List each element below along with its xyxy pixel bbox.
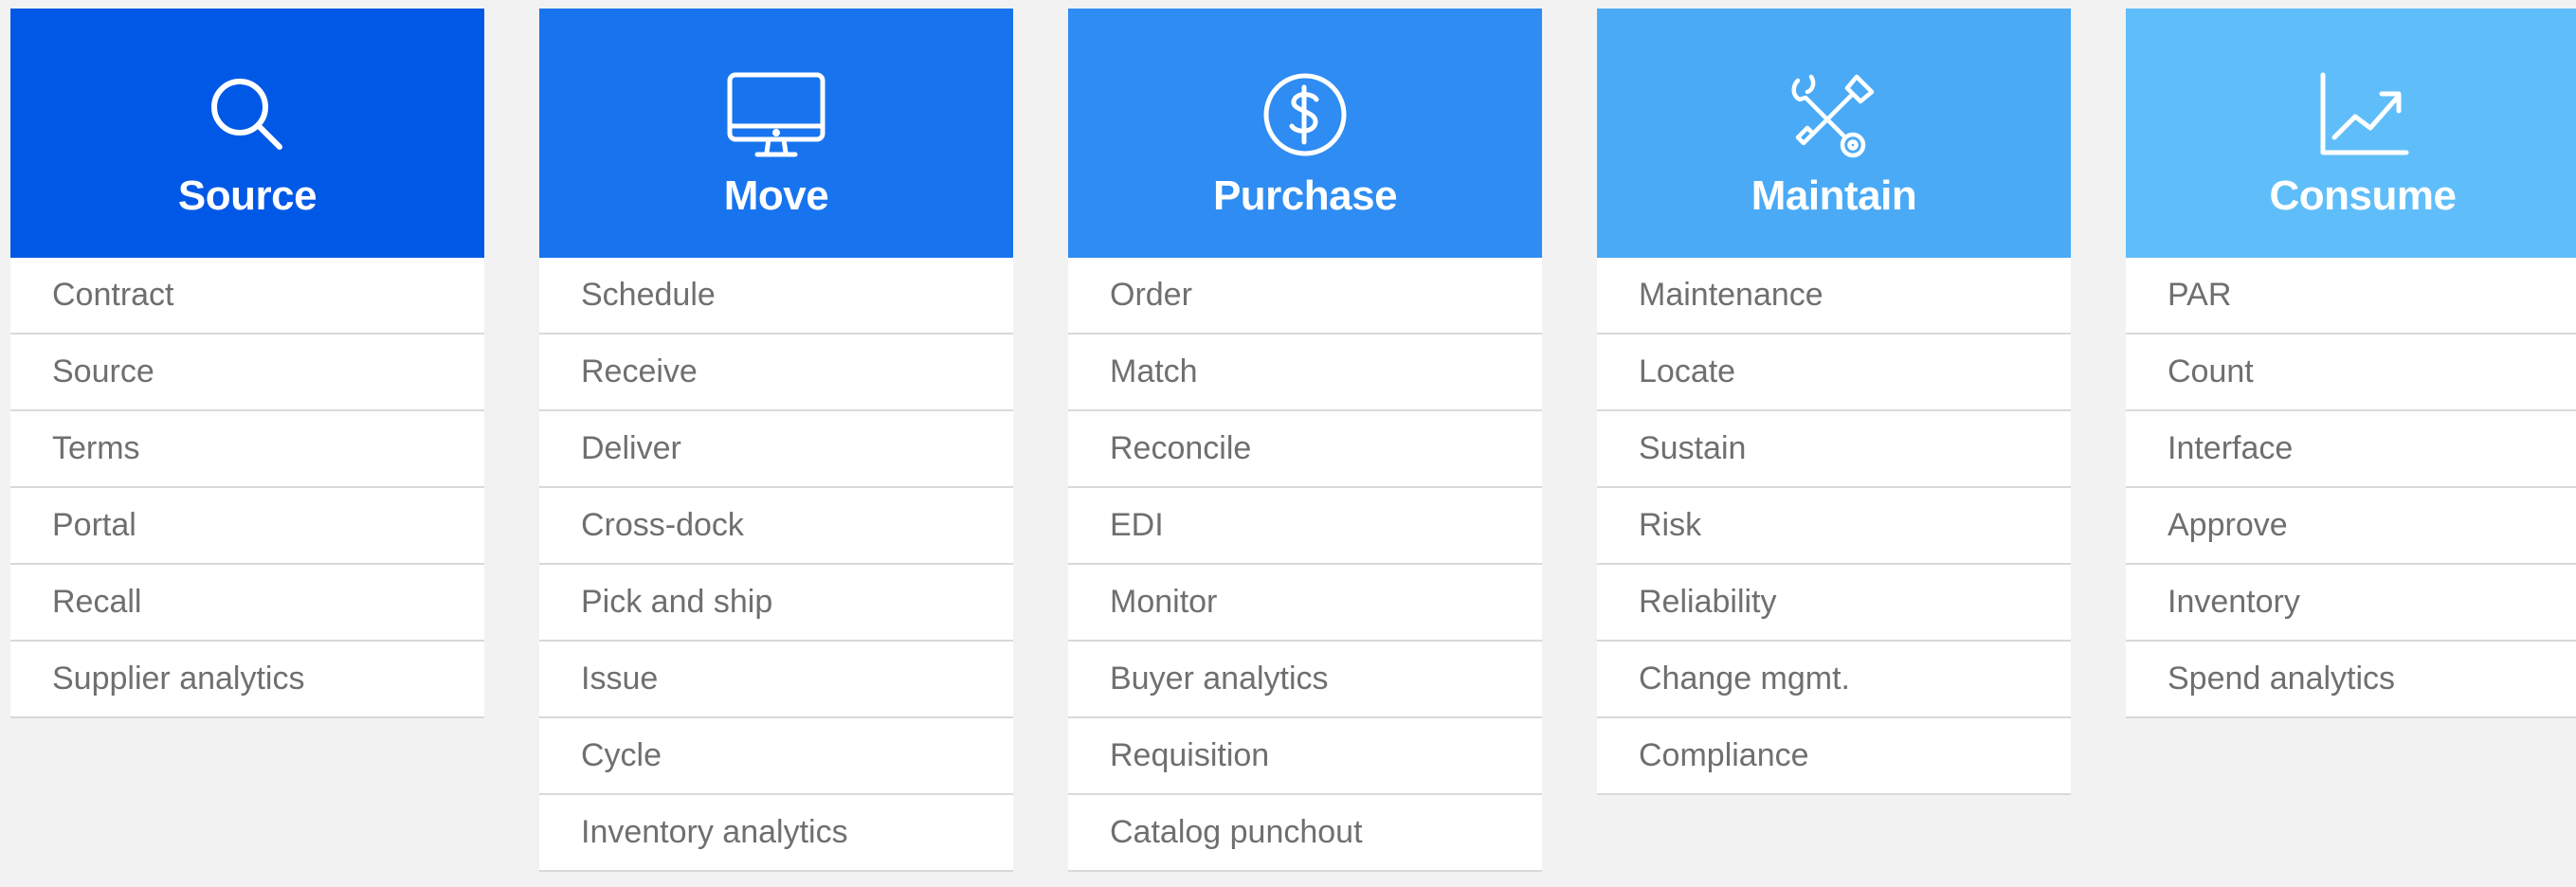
- item-label: Catalog punchout: [1110, 814, 1363, 850]
- dollar-icon: [1068, 69, 1542, 164]
- column-maintain: Maintain Maintenance Locate Sustain Risk…: [1597, 9, 2071, 795]
- item-label: Cycle: [581, 737, 662, 773]
- item-label: Order: [1110, 277, 1192, 313]
- item-label: Reliability: [1639, 584, 1777, 620]
- list-item[interactable]: Sustain: [1597, 411, 2071, 488]
- list-item[interactable]: Inventory analytics: [539, 795, 1013, 872]
- search-icon: [10, 69, 484, 164]
- line-chart-icon: [2126, 69, 2576, 164]
- column-purchase: Purchase Order Match Reconcile EDI Monit…: [1068, 9, 1542, 872]
- item-label: EDI: [1110, 507, 1164, 543]
- list-item[interactable]: Issue: [539, 642, 1013, 718]
- item-label: Risk: [1639, 507, 1702, 543]
- item-label: Inventory: [2168, 584, 2300, 620]
- item-label: Portal: [52, 507, 136, 543]
- list-item[interactable]: Recall: [10, 565, 484, 642]
- column-consume: Consume PAR Count Interface Approve Inve…: [2126, 9, 2576, 718]
- list-item[interactable]: Receive: [539, 335, 1013, 411]
- list-item[interactable]: Interface: [2126, 411, 2576, 488]
- list-item[interactable]: Reliability: [1597, 565, 2071, 642]
- wrench-screwdriver-icon: [1597, 69, 2071, 164]
- column-title: Consume: [2269, 172, 2457, 219]
- item-label: Count: [2168, 353, 2254, 389]
- list-item[interactable]: Count: [2126, 335, 2576, 411]
- item-label: Interface: [2168, 430, 2294, 466]
- item-label: Deliver: [581, 430, 681, 466]
- item-label: Supplier analytics: [52, 661, 305, 697]
- item-label: Locate: [1639, 353, 1736, 389]
- list-item[interactable]: Change mgmt.: [1597, 642, 2071, 718]
- item-label: Sustain: [1639, 430, 1747, 466]
- column-title: Move: [723, 172, 829, 219]
- list-item[interactable]: Buyer analytics: [1068, 642, 1542, 718]
- item-label: Cross-dock: [581, 507, 744, 543]
- list-item[interactable]: Deliver: [539, 411, 1013, 488]
- list-item[interactable]: Maintenance: [1597, 258, 2071, 335]
- column-header-maintain: Maintain: [1597, 9, 2071, 258]
- list-item[interactable]: Requisition: [1068, 718, 1542, 795]
- list-item[interactable]: Locate: [1597, 335, 2071, 411]
- item-label: Buyer analytics: [1110, 661, 1329, 697]
- list-item[interactable]: Approve: [2126, 488, 2576, 565]
- column-source: Source Contract Source Terms Portal Reca…: [10, 9, 484, 718]
- item-label: Match: [1110, 353, 1198, 389]
- item-label: Schedule: [581, 277, 716, 313]
- column-header-consume: Consume: [2126, 9, 2576, 258]
- monitor-icon: [539, 69, 1013, 164]
- item-label: Requisition: [1110, 737, 1270, 773]
- list-item[interactable]: Contract: [10, 258, 484, 335]
- item-label: Change mgmt.: [1639, 661, 1850, 697]
- item-label: Monitor: [1110, 584, 1218, 620]
- list-item[interactable]: Pick and ship: [539, 565, 1013, 642]
- list-item[interactable]: Terms: [10, 411, 484, 488]
- column-header-source: Source: [10, 9, 484, 258]
- list-item[interactable]: Inventory: [2126, 565, 2576, 642]
- item-label: Approve: [2168, 507, 2288, 543]
- item-label: Receive: [581, 353, 698, 389]
- list-item[interactable]: Catalog punchout: [1068, 795, 1542, 872]
- column-header-purchase: Purchase: [1068, 9, 1542, 258]
- item-label: Maintenance: [1639, 277, 1823, 313]
- list-item[interactable]: Supplier analytics: [10, 642, 484, 718]
- item-label: Issue: [581, 661, 659, 697]
- list-item[interactable]: Portal: [10, 488, 484, 565]
- item-label: Pick and ship: [581, 584, 773, 620]
- item-label: Terms: [52, 430, 140, 466]
- list-item[interactable]: Match: [1068, 335, 1542, 411]
- item-label: Recall: [52, 584, 142, 620]
- item-label: Compliance: [1639, 737, 1809, 773]
- list-item[interactable]: Cross-dock: [539, 488, 1013, 565]
- column-title: Maintain: [1751, 172, 1917, 219]
- list-item[interactable]: Monitor: [1068, 565, 1542, 642]
- list-item[interactable]: PAR: [2126, 258, 2576, 335]
- list-item[interactable]: Compliance: [1597, 718, 2071, 795]
- item-label: PAR: [2168, 277, 2232, 313]
- item-label: Reconcile: [1110, 430, 1252, 466]
- column-move: Move Schedule Receive Deliver Cross-dock…: [539, 9, 1013, 872]
- list-item[interactable]: Order: [1068, 258, 1542, 335]
- column-header-move: Move: [539, 9, 1013, 258]
- item-label: Source: [52, 353, 154, 389]
- list-item[interactable]: Schedule: [539, 258, 1013, 335]
- list-item[interactable]: Spend analytics: [2126, 642, 2576, 718]
- column-title: Purchase: [1212, 172, 1398, 219]
- item-label: Spend analytics: [2168, 661, 2396, 697]
- list-item[interactable]: Reconcile: [1068, 411, 1542, 488]
- list-item[interactable]: Source: [10, 335, 484, 411]
- item-label: Contract: [52, 277, 174, 313]
- list-item[interactable]: EDI: [1068, 488, 1542, 565]
- column-title: Source: [177, 172, 317, 219]
- list-item[interactable]: Cycle: [539, 718, 1013, 795]
- category-columns: Source Contract Source Terms Portal Reca…: [0, 0, 2576, 887]
- list-item[interactable]: Risk: [1597, 488, 2071, 565]
- item-label: Inventory analytics: [581, 814, 848, 850]
